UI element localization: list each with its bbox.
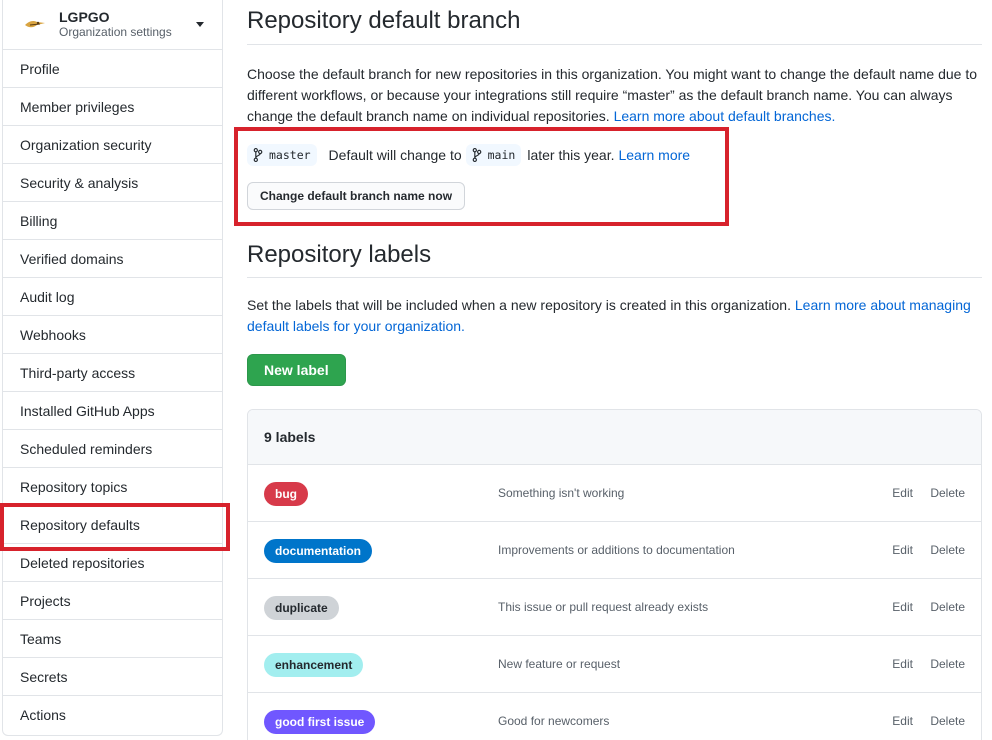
label-actions: Edit Delete [878, 543, 965, 557]
sidebar-item-installed-github-apps[interactable]: Installed GitHub Apps [3, 392, 222, 430]
list-item: bug Something isn't working Edit Delete [248, 465, 981, 522]
label-pill[interactable]: documentation [264, 539, 372, 563]
sidebar-item-third-party-access[interactable]: Third-party access [3, 354, 222, 392]
sidebar-item-actions[interactable]: Actions [3, 696, 222, 734]
default-branch-description: Choose the default branch for new reposi… [247, 64, 982, 127]
repository-labels-title: Repository labels [247, 241, 982, 278]
branch-change-row: master Default will change to main later… [247, 144, 982, 166]
sidebar-item-scheduled-reminders[interactable]: Scheduled reminders [3, 430, 222, 468]
sidebar-item-organization-security[interactable]: Organization security [3, 126, 222, 164]
new-branch-chip: main [465, 144, 522, 166]
delete-label-button[interactable]: Delete [930, 600, 965, 614]
sidebar-item-billing[interactable]: Billing [3, 202, 222, 240]
org-switcher[interactable]: LGPGO Organization settings [3, 0, 222, 50]
learn-more-link[interactable]: Learn more [618, 147, 690, 163]
sidebar-item-verified-domains[interactable]: Verified domains [3, 240, 222, 278]
sidebar-item-audit-log[interactable]: Audit log [3, 278, 222, 316]
repository-labels-description-text: Set the labels that will be included whe… [247, 297, 791, 313]
label-pill[interactable]: duplicate [264, 596, 339, 620]
label-description: Good for newcomers [498, 714, 610, 728]
label-actions: Edit Delete [878, 714, 965, 728]
delete-label-button[interactable]: Delete [930, 543, 965, 557]
git-branch-icon [253, 148, 263, 162]
default-branch-description-text: Choose the default branch for new reposi… [247, 66, 978, 124]
label-actions: Edit Delete [878, 600, 965, 614]
sidebar-item-profile[interactable]: Profile [3, 50, 222, 88]
labels-count: 9 labels [248, 410, 981, 465]
later-text: later this year. [527, 147, 615, 163]
list-item: documentation Improvements or additions … [248, 522, 981, 579]
sidebar-item-secrets[interactable]: Secrets [3, 658, 222, 696]
git-branch-icon [472, 148, 481, 162]
label-actions: Edit Delete [878, 486, 965, 500]
change-default-branch-button[interactable]: Change default branch name now [247, 182, 466, 210]
list-item: enhancement New feature or request Edit … [248, 636, 981, 693]
settings-main: Repository default branch Choose the def… [247, 0, 982, 740]
edit-label-button[interactable]: Edit [892, 657, 913, 671]
edit-label-button[interactable]: Edit [892, 600, 913, 614]
sidebar-item-teams[interactable]: Teams [3, 620, 222, 658]
sidebar-item-member-privileges[interactable]: Member privileges [3, 88, 222, 126]
repository-labels-description: Set the labels that will be included whe… [247, 295, 982, 337]
delete-label-button[interactable]: Delete [930, 657, 965, 671]
current-branch-name: master [269, 148, 311, 162]
default-branch-title: Repository default branch [247, 7, 982, 45]
list-item: duplicate This issue or pull request alr… [248, 579, 981, 636]
sidebar-item-webhooks[interactable]: Webhooks [3, 316, 222, 354]
settings-sidebar: LGPGO Organization settings Profile Memb… [2, 0, 223, 736]
org-subtitle: Organization settings [59, 24, 172, 39]
edit-label-button[interactable]: Edit [892, 543, 913, 557]
org-name: LGPGO [59, 8, 110, 25]
delete-label-button[interactable]: Delete [930, 714, 965, 728]
caret-down-icon[interactable] [196, 22, 204, 27]
edit-label-button[interactable]: Edit [892, 714, 913, 728]
sidebar-item-deleted-repositories[interactable]: Deleted repositories [3, 544, 222, 582]
label-description: Something isn't working [498, 486, 625, 500]
edit-label-button[interactable]: Edit [892, 486, 913, 500]
sidebar-item-security-analysis[interactable]: Security & analysis [3, 164, 222, 202]
delete-label-button[interactable]: Delete [930, 486, 965, 500]
label-actions: Edit Delete [878, 657, 965, 671]
current-branch-chip: master [247, 144, 317, 166]
label-pill[interactable]: good first issue [264, 710, 376, 734]
label-description: This issue or pull request already exist… [498, 600, 709, 614]
org-logo-icon [23, 13, 47, 37]
label-pill[interactable]: enhancement [264, 653, 364, 677]
new-branch-name: main [487, 148, 516, 162]
list-item: good first issue Good for newcomers Edit… [248, 693, 981, 740]
label-description: New feature or request [498, 657, 621, 671]
labels-list: 9 labels bug Something isn't working Edi… [247, 409, 982, 740]
label-pill[interactable]: bug [264, 482, 308, 506]
sidebar-item-repository-topics[interactable]: Repository topics [3, 468, 222, 506]
sidebar-item-repository-defaults[interactable]: Repository defaults [3, 506, 222, 544]
change-text: Default will change to [328, 147, 462, 163]
label-description: Improvements or additions to documentati… [498, 543, 735, 557]
sidebar-item-projects[interactable]: Projects [3, 582, 222, 620]
learn-default-branches-link[interactable]: Learn more about default branches. [614, 108, 836, 124]
new-label-button[interactable]: New label [247, 354, 346, 386]
